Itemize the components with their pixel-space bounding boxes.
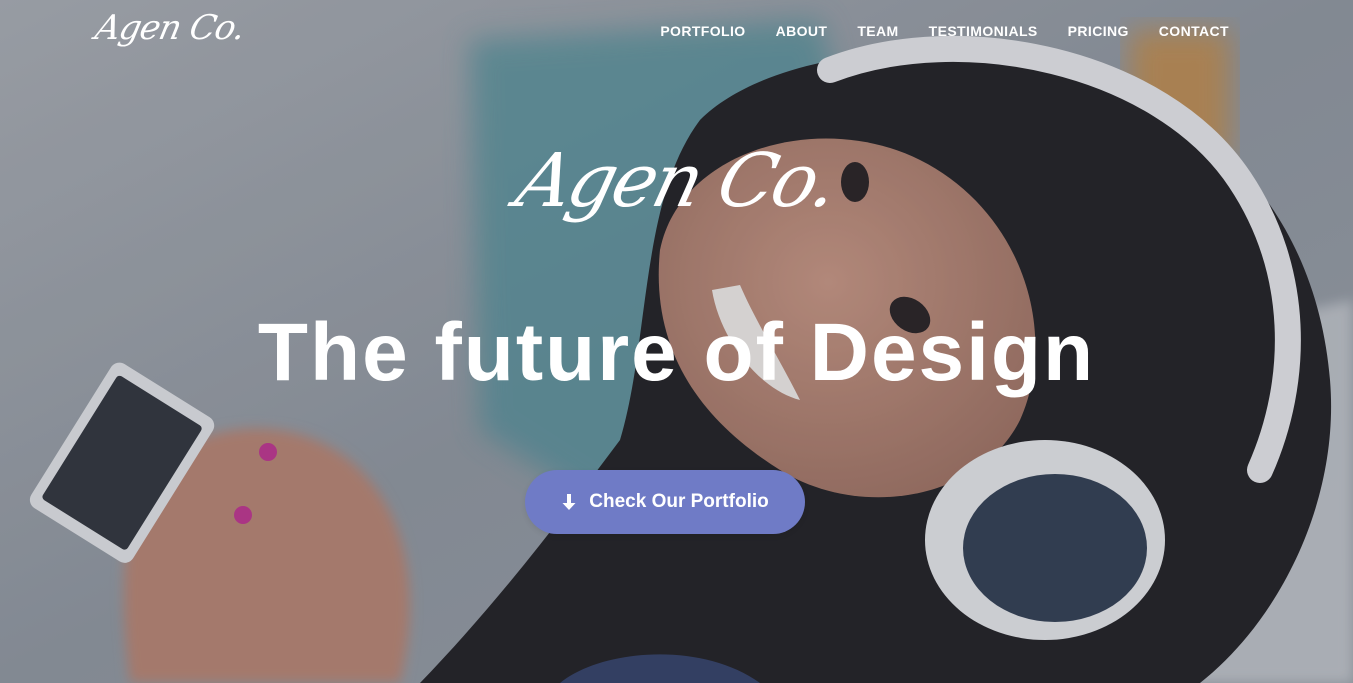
hero-logo-text: Agen Co. <box>508 138 845 224</box>
nav-item-portfolio: PORTFOLIO <box>660 23 745 41</box>
nav-link-team[interactable]: TEAM <box>857 23 898 39</box>
arrow-down-icon <box>561 493 577 511</box>
nav-menu: PORTFOLIO ABOUT TEAM TESTIMONIALS PRICIN… <box>660 23 1229 41</box>
hero-section: Agen Co. PORTFOLIO ABOUT TEAM TESTIMONIA… <box>0 0 1353 683</box>
navbar: Agen Co. PORTFOLIO ABOUT TEAM TESTIMONIA… <box>0 0 1353 64</box>
hero-logo: Agen Co. <box>0 138 1353 224</box>
brand-logo[interactable]: Agen Co. <box>92 8 248 48</box>
nav-item-pricing: PRICING <box>1068 23 1129 41</box>
check-portfolio-label: Check Our Portfolio <box>589 491 769 512</box>
nav-item-testimonials: TESTIMONIALS <box>929 23 1038 41</box>
nav-link-portfolio[interactable]: PORTFOLIO <box>660 23 745 39</box>
nav-link-testimonials[interactable]: TESTIMONIALS <box>929 23 1038 39</box>
nav-link-pricing[interactable]: PRICING <box>1068 23 1129 39</box>
nav-link-contact[interactable]: CONTACT <box>1159 23 1229 39</box>
nav-item-contact: CONTACT <box>1159 23 1229 41</box>
check-portfolio-button[interactable]: Check Our Portfolio <box>525 470 805 534</box>
nav-item-team: TEAM <box>857 23 898 41</box>
nav-item-about: ABOUT <box>776 23 828 41</box>
nav-link-about[interactable]: ABOUT <box>776 23 828 39</box>
hero-headline: The future of Design <box>257 307 1096 398</box>
